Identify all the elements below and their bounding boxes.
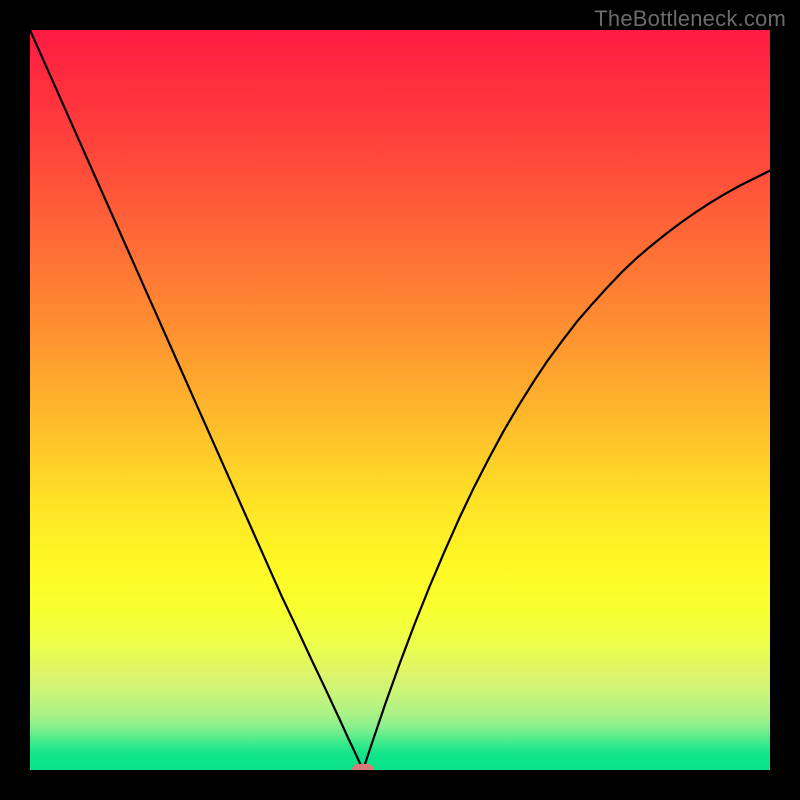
- bottleneck-curve: [30, 30, 770, 770]
- chart-frame: TheBottleneck.com: [0, 0, 800, 800]
- watermark-text: TheBottleneck.com: [594, 6, 786, 32]
- minimum-marker: [352, 764, 374, 770]
- plot-area: [30, 30, 770, 770]
